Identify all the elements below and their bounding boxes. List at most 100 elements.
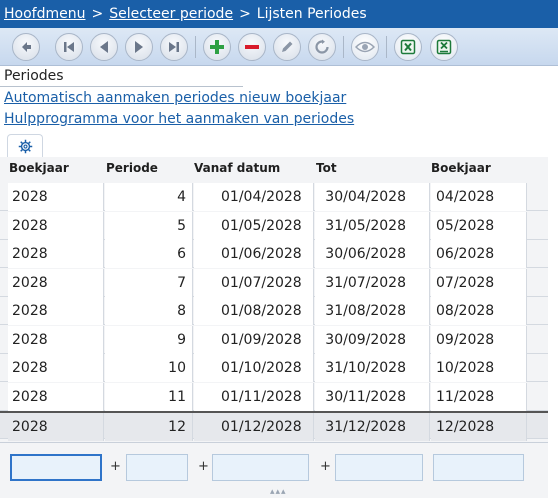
add-button[interactable]: [203, 33, 231, 61]
last-record-icon: [169, 42, 179, 52]
next-record-icon: [135, 41, 143, 53]
cell-periode: 4: [105, 183, 193, 211]
back-button[interactable]: [12, 33, 40, 61]
column-header-boekjaar-periode[interactable]: Boekjaar: [431, 161, 491, 175]
column-header-periode[interactable]: Periode: [106, 161, 158, 175]
toolbar-divider: [386, 36, 387, 58]
edit-button[interactable]: [273, 33, 301, 61]
cell-periode: 11: [105, 382, 193, 411]
cell-vanaf-datum: 01/10/2028: [194, 354, 314, 382]
cell-boekjaar: 2028: [8, 413, 104, 441]
filter-input-boekjaar-periode[interactable]: [433, 454, 524, 481]
cell-boekjaar: 2028: [8, 354, 104, 382]
cell-periode: 12: [105, 413, 193, 441]
cell-boekjaar-periode: 11/2028: [431, 382, 527, 411]
excel-export-button[interactable]: [394, 33, 422, 61]
cell-boekjaar-periode: 06/2028: [431, 240, 527, 268]
cell-vanaf-datum: 01/04/2028: [194, 183, 314, 211]
cell-vanaf-datum: 01/06/2028: [194, 240, 314, 268]
filter-input-tot[interactable]: [335, 454, 423, 481]
table-row[interactable]: 2028 6 01/06/2028 30/06/2028 06/2028: [0, 240, 548, 268]
table-row[interactable]: 2028 8 01/08/2028 31/08/2028 08/2028: [0, 297, 548, 325]
cell-boekjaar: 2028: [8, 325, 104, 354]
breadcrumb-link-selecteer-periode[interactable]: Selecteer periode: [109, 6, 233, 22]
delete-icon: [245, 45, 259, 49]
cell-boekjaar-periode: 12/2028: [431, 413, 527, 441]
filter-input-vanaf-datum[interactable]: [212, 454, 309, 481]
section-divider: [0, 86, 243, 87]
cell-tot: 31/07/2028: [315, 268, 430, 297]
cell-periode: 8: [105, 297, 193, 325]
table-row[interactable]: 2028 10 01/10/2028 31/10/2028 10/2028: [0, 354, 548, 382]
next-record-button[interactable]: [125, 33, 153, 61]
table-row[interactable]: 2028 5 01/05/2028 31/05/2028 05/2028: [0, 211, 548, 240]
cell-boekjaar-periode: 08/2028: [431, 297, 527, 325]
excel-import-icon: [436, 39, 452, 55]
cell-periode: 7: [105, 268, 193, 297]
cell-boekjaar: 2028: [8, 268, 104, 297]
first-record-icon: [64, 42, 74, 52]
column-header-boekjaar[interactable]: Boekjaar: [9, 161, 69, 175]
toolbar-divider: [195, 36, 196, 58]
cell-boekjaar-periode: 09/2028: [431, 325, 527, 354]
edit-icon: [282, 41, 293, 52]
filter-input-boekjaar[interactable]: [10, 454, 102, 481]
cell-vanaf-datum: 01/09/2028: [194, 325, 314, 354]
table-row[interactable]: 2028 4 01/04/2028 30/04/2028 04/2028: [0, 183, 548, 211]
cell-boekjaar-periode: 07/2028: [431, 268, 527, 297]
cell-vanaf-datum: 01/07/2028: [194, 268, 314, 297]
column-header-vanaf-datum[interactable]: Vanaf datum: [194, 161, 280, 175]
cell-tot: 30/06/2028: [315, 240, 430, 268]
cell-boekjaar: 2028: [8, 297, 104, 325]
first-record-button[interactable]: [55, 33, 83, 61]
view-button[interactable]: [351, 33, 379, 61]
filter-input-periode[interactable]: [126, 454, 188, 481]
table-row[interactable]: 2028 12 01/12/2028 31/12/2028 12/2028: [0, 411, 548, 441]
cell-boekjaar: 2028: [8, 240, 104, 268]
table-row[interactable]: 2028 9 01/09/2028 30/09/2028 09/2028: [0, 325, 548, 354]
excel-export-icon: [400, 39, 416, 55]
cell-periode: 5: [105, 211, 193, 240]
cell-boekjaar: 2028: [8, 211, 104, 240]
excel-import-button[interactable]: [430, 33, 458, 61]
periods-grid: Boekjaar Periode Vanaf datum Tot Boekjaa…: [0, 157, 548, 442]
delete-button[interactable]: [238, 33, 266, 61]
section-title: Periodes: [4, 68, 64, 84]
grid-header: Boekjaar Periode Vanaf datum Tot Boekjaa…: [0, 157, 548, 181]
breadcrumb-separator: >: [239, 6, 251, 22]
cell-periode: 6: [105, 240, 193, 268]
cell-tot: 30/04/2028: [315, 183, 430, 211]
cell-periode: 9: [105, 325, 193, 354]
back-icon: [22, 42, 31, 52]
cell-boekjaar-periode: 05/2028: [431, 211, 527, 240]
toolbar-divider: [343, 36, 344, 58]
previous-record-button[interactable]: [90, 33, 118, 61]
cell-tot: 31/10/2028: [315, 354, 430, 382]
grid-settings-button[interactable]: [7, 134, 43, 158]
plus-label: +: [198, 459, 209, 474]
filter-bar: + + + ▴▴▴: [0, 442, 548, 498]
resize-grip-icon[interactable]: ▴▴▴: [270, 487, 287, 497]
view-icon: [355, 41, 375, 53]
breadcrumb-link-hoofdmenu[interactable]: Hoofdmenu: [4, 6, 85, 22]
cell-boekjaar: 2028: [8, 382, 104, 411]
cell-periode: 10: [105, 354, 193, 382]
add-icon: [210, 40, 224, 54]
breadcrumb-separator: >: [91, 6, 104, 22]
period-helper-link[interactable]: Hulpprogramma voor het aanmaken van peri…: [4, 111, 354, 127]
cell-tot: 30/11/2028: [315, 382, 430, 411]
refresh-button[interactable]: [308, 33, 336, 61]
auto-create-periods-link[interactable]: Automatisch aanmaken periodes nieuw boek…: [4, 90, 346, 106]
last-record-button[interactable]: [160, 33, 188, 61]
column-header-tot[interactable]: Tot: [316, 161, 337, 175]
cell-boekjaar-periode: 04/2028: [431, 183, 527, 211]
page-title: Lijsten Periodes: [256, 6, 367, 22]
cell-tot: 31/05/2028: [315, 211, 430, 240]
breadcrumb: Hoofdmenu > Selecteer periode > Lijsten …: [0, 0, 558, 28]
gear-icon: [18, 139, 32, 154]
cell-vanaf-datum: 01/08/2028: [194, 297, 314, 325]
cell-boekjaar-periode: 10/2028: [431, 354, 527, 382]
table-row[interactable]: 2028 11 01/11/2028 30/11/2028 11/2028: [0, 382, 548, 411]
cell-vanaf-datum: 01/11/2028: [194, 382, 314, 411]
table-row[interactable]: 2028 7 01/07/2028 31/07/2028 07/2028: [0, 268, 548, 297]
